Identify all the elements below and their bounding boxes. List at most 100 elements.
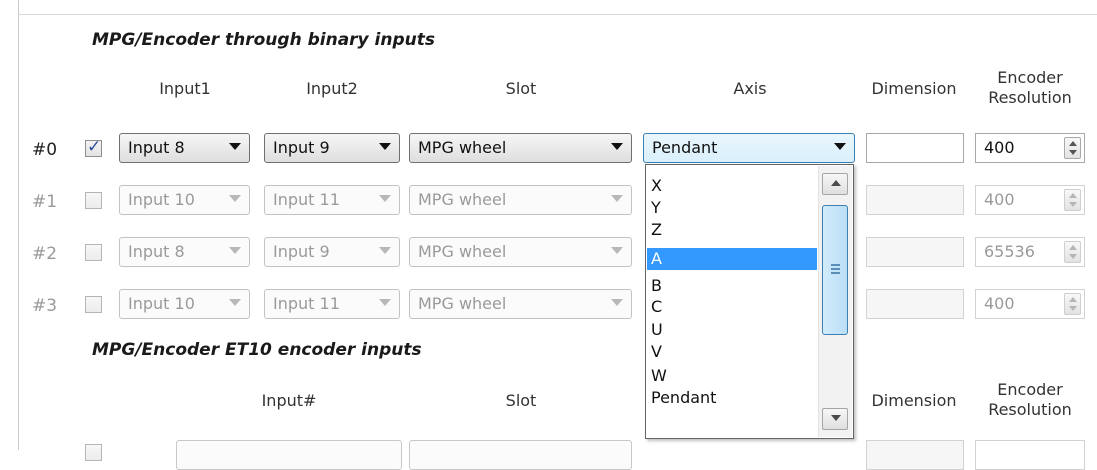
dropdown-scrollbar[interactable] [818,166,852,437]
chevron-down-icon [229,299,241,306]
input2-select[interactable]: Input 11 [264,185,400,215]
resolution-value: 400 [984,138,1015,157]
resolution-spinbox[interactable]: 400 [975,289,1085,319]
grip-line-icon [831,268,840,270]
chevron-down-icon [611,299,623,306]
input-number-select[interactable] [176,440,402,470]
row-enable-checkbox[interactable] [85,444,102,461]
resolution-spinbox[interactable]: 65536 [975,237,1085,267]
header-dimension: Dimension [871,79,957,98]
chevron-down-icon [611,143,623,150]
spin-up-icon [1069,297,1077,302]
row-label: #1 [32,192,58,212]
spin-down-icon [1069,150,1077,155]
scroll-up-button[interactable] [822,173,848,195]
grip-line-icon [831,264,840,266]
chevron-down-icon [611,195,623,202]
input2-select-value: Input 11 [273,190,340,209]
panel-top-border [18,14,1097,15]
input2-select-value: Input 9 [273,138,330,157]
axis-select-value: Pendant [652,138,718,157]
spin-buttons[interactable] [1064,241,1081,263]
header-resolution-line1: Encoder [997,68,1063,87]
scroll-down-button[interactable] [822,408,848,430]
dropdown-option-v[interactable]: V [647,341,817,363]
dimension-field[interactable] [866,237,964,267]
header-encoder-resolution: Encoder Resolution [972,380,1088,420]
resolution-value: 65536 [984,242,1035,261]
axis-select[interactable]: Pendant [643,133,855,163]
chevron-down-icon [229,143,241,150]
row-enable-checkbox[interactable] [85,192,102,209]
dropdown-option-w[interactable]: W [647,365,817,387]
header-input2: Input2 [306,79,358,98]
spin-up-icon [1069,141,1077,146]
axis-dropdown-list[interactable]: X Y Z A B C U V W Pendant [645,164,854,439]
input2-select[interactable]: Input 9 [264,237,400,267]
input1-select[interactable]: Input 8 [119,133,250,163]
input1-select[interactable]: Input 8 [119,237,250,267]
slot-select[interactable]: MPG wheel [409,237,632,267]
header-dimension: Dimension [871,391,957,410]
header-input1: Input1 [159,79,211,98]
chevron-down-icon [229,195,241,202]
slot-select[interactable]: MPG wheel [409,289,632,319]
resolution-spinbox[interactable]: 400 [975,185,1085,215]
scrollbar-thumb[interactable] [822,205,848,335]
dropdown-option-z[interactable]: Z [647,219,817,241]
input2-select[interactable]: Input 9 [264,133,400,163]
row-label: #0 [32,140,58,160]
dropdown-option-c[interactable]: C [647,296,817,318]
spin-down-icon [1069,306,1077,311]
dropdown-option-pendant[interactable]: Pendant [647,387,817,409]
binary-section-title: MPG/Encoder through binary inputs [92,30,435,50]
slot-select-value: MPG wheel [418,242,507,261]
spin-buttons[interactable] [1064,293,1081,315]
row-enable-checkbox[interactable]: ✓ [85,137,102,157]
dimension-field[interactable] [866,289,964,319]
chevron-up-icon [831,180,841,186]
dimension-field[interactable] [866,185,964,215]
spin-up-icon [1069,245,1077,250]
chevron-down-icon [611,247,623,254]
input1-select-value: Input 8 [128,242,185,261]
header-slot: Slot [505,79,537,98]
row-enable-checkbox[interactable] [85,296,102,313]
chevron-down-icon [379,195,391,202]
input1-select[interactable]: Input 10 [119,185,250,215]
dropdown-option-y[interactable]: Y [647,197,817,219]
row-enable-checkbox[interactable] [85,244,102,261]
slot-select[interactable]: MPG wheel [409,133,632,163]
dimension-field[interactable] [866,133,964,163]
slot-select-value: MPG wheel [418,138,507,157]
row-label: #3 [32,296,58,316]
dropdown-option-a[interactable]: A [647,248,817,270]
dropdown-option-b[interactable]: B [647,275,817,297]
checkmark-icon: ✓ [87,137,102,157]
input2-select[interactable]: Input 11 [264,289,400,319]
input1-select[interactable]: Input 10 [119,289,250,319]
et10-section-title: MPG/Encoder ET10 encoder inputs [92,340,422,360]
resolution-spinbox[interactable]: 400 [975,133,1085,163]
dimension-field[interactable] [866,440,964,470]
input2-select-value: Input 11 [273,294,340,313]
slot-select[interactable] [409,440,632,470]
resolution-spinbox[interactable] [975,440,1085,470]
dropdown-option-x[interactable]: X [647,175,817,197]
spin-down-icon [1069,202,1077,207]
panel-frame [18,0,1097,450]
chevron-down-icon [379,247,391,254]
spin-buttons[interactable] [1064,189,1081,211]
slot-select[interactable]: MPG wheel [409,185,632,215]
spin-down-icon [1069,254,1077,259]
header-resolution-line2: Resolution [988,88,1072,107]
header-encoder-resolution: Encoder Resolution [972,68,1088,108]
input1-select-value: Input 10 [128,190,195,209]
input1-select-value: Input 8 [128,138,185,157]
dropdown-option-u[interactable]: U [647,319,817,341]
chevron-down-icon [834,143,846,150]
slot-select-value: MPG wheel [418,190,507,209]
spin-buttons[interactable] [1064,137,1081,159]
resolution-value: 400 [984,190,1015,209]
resolution-value: 400 [984,294,1015,313]
